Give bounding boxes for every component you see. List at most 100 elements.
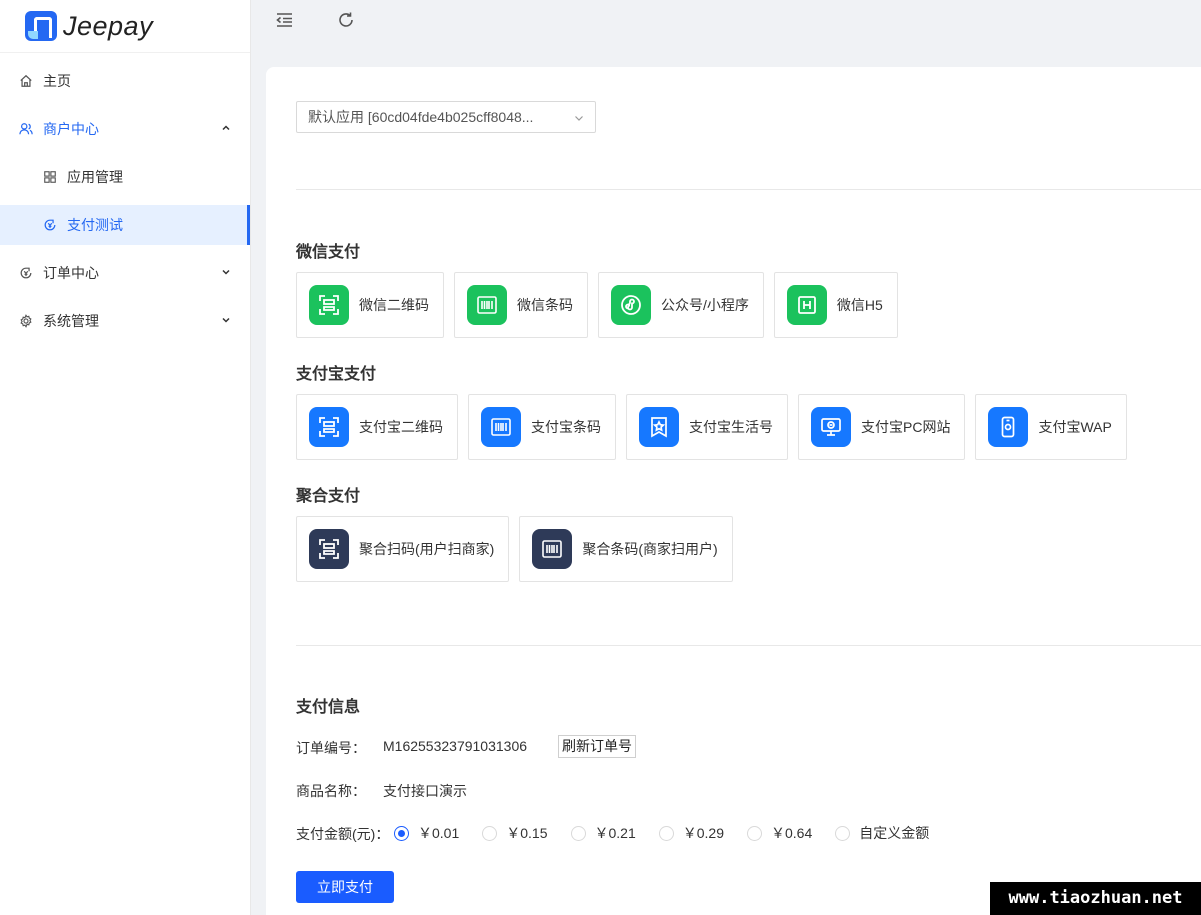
amount-radio-0-15[interactable]: ￥0.15 <box>482 823 548 843</box>
radio-dot <box>394 825 409 841</box>
logo-text: Jeepay <box>63 10 154 41</box>
qr-scan-icon <box>309 529 349 569</box>
star-bookmark-icon <box>639 407 679 447</box>
sidebar-item-label: 订单中心 <box>43 265 99 281</box>
qr-scan-icon <box>309 285 349 325</box>
grid-icon <box>43 170 57 184</box>
sidebar-item-label: 商户中心 <box>43 121 99 137</box>
sidebar-item-order-center[interactable]: 订单中心 <box>0 253 250 293</box>
refresh-icon[interactable] <box>336 10 356 30</box>
menu-fold-icon[interactable] <box>274 10 294 30</box>
aggregate-section-title: 聚合支付 <box>296 488 361 505</box>
amount-radio-0-29[interactable]: ￥0.29 <box>658 823 724 843</box>
order-no-value: M16255323791031306 <box>383 738 528 754</box>
chevron-down-icon <box>222 269 230 275</box>
radio-label: ￥0.01 <box>418 825 460 841</box>
mobile-icon <box>988 407 1029 447</box>
radio-dot <box>747 825 762 841</box>
amount-radio-0-21[interactable]: ￥0.21 <box>570 823 636 843</box>
pay-now-button[interactable]: 立即支付 <box>296 871 394 903</box>
sidebar-item-pay-test[interactable]: 支付测试 <box>0 205 250 245</box>
radio-dot <box>570 825 586 841</box>
watermark: www.tiaozhuan.net <box>990 882 1201 915</box>
way-wechat-jsapi[interactable]: 公众号/小程序 <box>598 272 764 338</box>
pay-info-title: 支付信息 <box>296 699 361 716</box>
way-label: 支付宝条码 <box>531 419 601 435</box>
radio-label: ￥0.15 <box>506 825 548 841</box>
radio-dot <box>835 825 851 841</box>
refresh-order-no-button[interactable]: 刷新订单号 <box>558 735 636 758</box>
way-label: 聚合扫码(用户扫商家) <box>359 541 495 557</box>
way-aggregate-barcode[interactable]: 聚合条码(商家扫用户) <box>519 516 733 582</box>
amount-radio-0-01[interactable]: ￥0.01 <box>394 823 459 843</box>
way-label: 支付宝生活号 <box>689 419 773 435</box>
way-alipay-life[interactable]: 支付宝生活号 <box>626 394 788 460</box>
sidebar-item-label: 应用管理 <box>67 169 123 185</box>
way-label: 微信条码 <box>517 297 573 313</box>
sidebar-item-label: 系统管理 <box>43 313 99 329</box>
radio-dot <box>658 825 674 841</box>
sidebar-item-label: 支付测试 <box>67 217 123 233</box>
user-group-icon <box>19 122 33 136</box>
alipay-way-list: 支付宝二维码 支付宝条码 支付宝生活号 支付宝PC网站 支付宝WAP <box>296 394 1127 460</box>
sidebar: Jeepay 主页 商户中心 应用管理 支付测试 订单中心 系统管理 <box>0 0 251 915</box>
radio-label: 自定义金额 <box>859 825 930 841</box>
radio-label: ￥0.21 <box>594 825 636 841</box>
monitor-icon <box>811 407 851 447</box>
radio-dot <box>482 825 498 841</box>
amount-label: 支付金额(元)： <box>296 826 390 842</box>
chevron-up-icon <box>222 125 230 131</box>
way-alipay-qr[interactable]: 支付宝二维码 <box>296 394 458 460</box>
radio-label: ￥0.64 <box>771 825 813 841</box>
logo[interactable]: Jeepay <box>0 0 250 53</box>
way-label: 微信H5 <box>836 297 883 313</box>
way-wechat-barcode[interactable]: 微信条码 <box>454 272 588 338</box>
amount-radio-custom[interactable]: 自定义金额 <box>835 823 929 843</box>
qr-scan-icon <box>309 407 349 447</box>
way-alipay-wap[interactable]: 支付宝WAP <box>975 394 1127 460</box>
way-label: 支付宝二维码 <box>359 419 443 435</box>
sidebar-item-system-management[interactable]: 系统管理 <box>0 301 250 341</box>
h5-icon <box>786 285 827 325</box>
amount-radio-0-64[interactable]: ￥0.64 <box>747 823 812 843</box>
divider <box>296 645 1201 646</box>
wechat-section-title: 微信支付 <box>296 244 361 261</box>
barcode-icon <box>467 285 507 325</box>
home-icon <box>19 74 33 88</box>
way-label: 公众号/小程序 <box>661 297 749 313</box>
way-label: 微信二维码 <box>359 297 429 313</box>
sidebar-item-merchant-center[interactable]: 商户中心 <box>0 109 250 149</box>
sidebar-item-app-management[interactable]: 应用管理 <box>0 157 250 197</box>
order-icon <box>19 266 33 280</box>
chevron-down-icon <box>575 116 583 121</box>
app-select[interactable]: 默认应用 [60cd04fde4b025cff8048... <box>296 101 596 133</box>
way-wechat-qr[interactable]: 微信二维码 <box>296 272 444 338</box>
way-alipay-barcode[interactable]: 支付宝条码 <box>468 394 616 460</box>
wechat-way-list: 微信二维码 微信条码 公众号/小程序 微信H5 <box>296 272 898 338</box>
product-name-value: 支付接口演示 <box>383 783 467 799</box>
alipay-section-title: 支付宝支付 <box>296 366 377 383</box>
product-name-label: 商品名称： <box>296 783 366 799</box>
sidebar-item-home[interactable]: 主页 <box>0 61 250 101</box>
aggregate-way-list: 聚合扫码(用户扫商家) 聚合条码(商家扫用户) <box>296 516 733 582</box>
mini-program-icon <box>611 285 651 325</box>
pay-test-icon <box>43 218 57 232</box>
gear-icon <box>19 314 33 328</box>
way-label: 支付宝PC网站 <box>861 419 951 435</box>
barcode-icon <box>532 529 573 569</box>
way-label: 聚合条码(商家扫用户) <box>582 541 718 557</box>
sidebar-item-label: 主页 <box>43 73 71 89</box>
radio-label: ￥0.29 <box>682 825 724 841</box>
app-select-value: 默认应用 [60cd04fde4b025cff8048... <box>308 109 534 125</box>
way-wechat-h5[interactable]: 微信H5 <box>773 272 898 338</box>
chevron-down-icon <box>222 317 230 323</box>
barcode-icon <box>481 407 521 447</box>
pay-test-card: 默认应用 [60cd04fde4b025cff8048... 微信支付 微信二维… <box>266 67 1201 915</box>
amount-radio-group: ￥0.01 ￥0.15 ￥0.21 ￥0.29 ￥0.64 自定义金额 <box>394 823 952 843</box>
way-aggregate-qr[interactable]: 聚合扫码(用户扫商家) <box>296 516 510 582</box>
way-label: 支付宝WAP <box>1038 419 1112 435</box>
order-no-label: 订单编号： <box>296 740 366 756</box>
jeepay-logo-icon <box>25 11 57 41</box>
way-alipay-pc[interactable]: 支付宝PC网站 <box>798 394 966 460</box>
divider <box>296 189 1201 190</box>
